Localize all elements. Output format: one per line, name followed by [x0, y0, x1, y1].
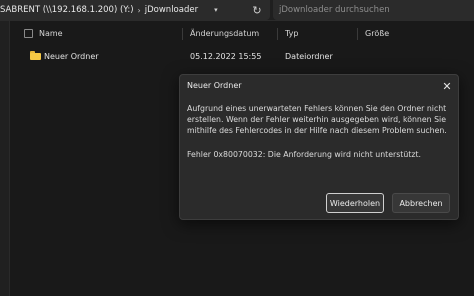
column-name[interactable]: Name [39, 29, 63, 38]
breadcrumb[interactable]: SABRENT (\\192.168.1.200) (Y:) › jDownlo… [0, 0, 270, 20]
search-input[interactable]: jDownloader durchsuchen [273, 0, 474, 20]
select-all-checkbox[interactable] [24, 29, 33, 38]
navigation-pane[interactable] [0, 21, 10, 296]
breadcrumb-separator-icon: › [137, 5, 141, 15]
column-type[interactable]: Typ [285, 29, 298, 38]
refresh-icon[interactable]: ↻ [248, 1, 266, 19]
dialog-title: Neuer Ordner [187, 81, 242, 90]
breadcrumb-drive[interactable]: SABRENT (\\192.168.1.200) (Y:) [0, 5, 134, 15]
column-divider[interactable] [182, 28, 183, 40]
file-type: Dateiordner [285, 52, 333, 61]
file-modified: 05.12.2022 15:55 [190, 52, 262, 61]
column-divider[interactable] [357, 28, 358, 40]
close-icon[interactable]: ✕ [440, 79, 454, 93]
dialog-message: Aufgrund eines unerwarteten Fehlers könn… [187, 104, 447, 135]
file-name: Neuer Ordner [44, 52, 99, 61]
column-header: Name Änderungsdatum Typ Größe [10, 26, 474, 42]
retry-button[interactable]: Wiederholen [326, 193, 384, 213]
chevron-down-icon[interactable]: ▾ [214, 6, 218, 14]
breadcrumb-folder[interactable]: jDownloader [145, 5, 198, 15]
column-modified[interactable]: Änderungsdatum [190, 29, 259, 38]
error-dialog: Neuer Ordner ✕ Aufgrund eines unerwartet… [179, 74, 459, 220]
column-size[interactable]: Größe [365, 29, 389, 38]
dialog-error-code: Fehler 0x80070032: Die Anforderung wird … [187, 150, 421, 159]
column-divider[interactable] [277, 28, 278, 40]
file-row[interactable]: Neuer Ordner 05.12.2022 15:55 Dateiordne… [10, 49, 474, 65]
cancel-button[interactable]: Abbrechen [392, 193, 450, 213]
folder-icon [30, 51, 41, 60]
search-placeholder: jDownloader durchsuchen [279, 5, 390, 15]
address-bar: SABRENT (\\192.168.1.200) (Y:) › jDownlo… [0, 0, 474, 21]
